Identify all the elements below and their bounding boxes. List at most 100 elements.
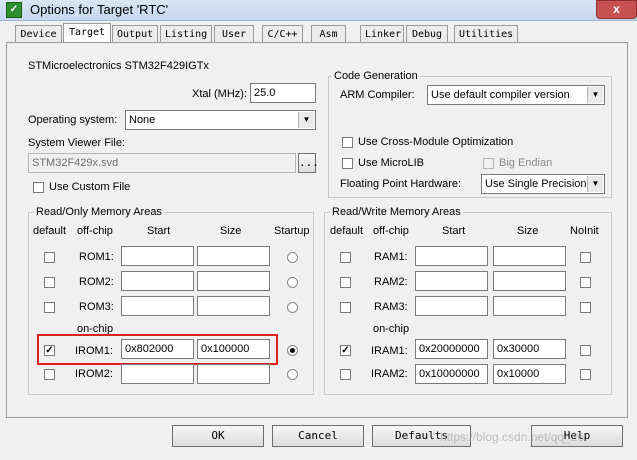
rom-header-startup: Startup	[274, 225, 310, 237]
app-icon: ✓	[6, 2, 22, 18]
irom2-startup-radio[interactable]	[287, 369, 298, 380]
ram-onchip-label: on-chip	[373, 323, 410, 335]
os-label: Operating system:	[28, 114, 118, 126]
iram2-size-input[interactable]: 0x10000	[493, 364, 566, 384]
rom3-startup-radio[interactable]	[287, 302, 298, 313]
iram1-size-input[interactable]: 0x30000	[493, 339, 566, 359]
irom2-start-input[interactable]	[121, 364, 194, 384]
code-generation-title: Code Generation	[332, 70, 420, 82]
rom-header-offchip: off-chip	[77, 225, 113, 237]
ram3-default-checkbox[interactable]	[340, 302, 351, 313]
svd-label: System Viewer File:	[28, 137, 125, 149]
ram3-size-input[interactable]	[493, 296, 566, 316]
iram1-label: IRAM1:	[371, 345, 408, 357]
window-title: Options for Target 'RTC'	[30, 2, 169, 17]
tab-user[interactable]: User	[214, 25, 254, 42]
iram1-default-checkbox[interactable]: ✓	[340, 345, 351, 356]
rom3-size-input[interactable]	[197, 296, 270, 316]
rom3-default-checkbox[interactable]	[44, 302, 55, 313]
ram3-noinit-checkbox[interactable]	[580, 302, 591, 313]
chevron-down-icon: ▼	[298, 112, 314, 128]
arm-compiler-label: ARM Compiler:	[340, 89, 415, 101]
ram2-label: RAM2:	[374, 276, 408, 288]
ram-header-start: Start	[442, 225, 466, 237]
ram2-default-checkbox[interactable]	[340, 277, 351, 288]
ram2-start-input[interactable]	[415, 271, 488, 291]
rom1-start-input[interactable]	[121, 246, 194, 266]
irom2-default-checkbox[interactable]	[44, 369, 55, 380]
tab-listing[interactable]: Listing	[160, 25, 212, 42]
os-value: None	[129, 114, 156, 126]
iram1-start-input[interactable]: 0x20000000	[415, 339, 488, 359]
rom-group-title: Read/Only Memory Areas	[34, 206, 164, 218]
irom2-size-input[interactable]	[197, 364, 270, 384]
fp-hardware-value: Use Single Precision	[485, 178, 587, 190]
rom3-label: ROM3:	[79, 301, 114, 313]
rom2-start-input[interactable]	[121, 271, 194, 291]
iram2-start-input[interactable]: 0x10000000	[415, 364, 488, 384]
rom1-size-input[interactable]	[197, 246, 270, 266]
iram2-noinit-checkbox[interactable]	[580, 369, 591, 380]
rom1-label: ROM1:	[79, 251, 114, 263]
rom2-startup-radio[interactable]	[287, 277, 298, 288]
tab-linker[interactable]: Linker	[360, 25, 404, 42]
tab-c-cpp[interactable]: C/C++	[262, 25, 303, 42]
fp-hardware-label: Floating Point Hardware:	[340, 178, 462, 190]
ram1-noinit-checkbox[interactable]	[580, 252, 591, 263]
os-select[interactable]: None ▼	[125, 110, 316, 130]
ram2-size-input[interactable]	[493, 271, 566, 291]
custom-file-checkbox[interactable]	[33, 182, 44, 193]
microlib-checkbox[interactable]	[342, 158, 353, 169]
ram-group-title: Read/Write Memory Areas	[330, 206, 463, 218]
big-endian-checkbox[interactable]	[483, 158, 494, 169]
xtal-input[interactable]: 25.0	[250, 83, 316, 103]
rom2-default-checkbox[interactable]	[44, 277, 55, 288]
arm-compiler-value: Use default compiler version	[431, 89, 570, 101]
tab-asm[interactable]: Asm	[311, 25, 346, 42]
ram-header-size: Size	[517, 225, 539, 237]
tab-target[interactable]: Target	[63, 23, 111, 43]
chevron-down-icon: ▼	[587, 87, 603, 103]
svd-input[interactable]: STM32F429x.svd	[28, 153, 296, 173]
ram3-start-input[interactable]	[415, 296, 488, 316]
irom1-startup-radio[interactable]	[287, 345, 298, 356]
rom-header-default: default	[33, 225, 67, 237]
ram-header-default: default	[330, 225, 364, 237]
irom1-start-input[interactable]: 0x802000	[121, 339, 194, 359]
tab-device[interactable]: Device	[15, 25, 62, 42]
iram1-noinit-checkbox[interactable]	[580, 345, 591, 356]
cancel-button[interactable]: Cancel	[272, 425, 364, 447]
tab-debug[interactable]: Debug	[406, 25, 448, 42]
rom1-default-checkbox[interactable]	[44, 252, 55, 263]
xtal-label: Xtal (MHz):	[192, 88, 247, 100]
irom1-label: IROM1:	[75, 345, 113, 357]
device-name: STMicroelectronics STM32F429IGTx	[28, 60, 209, 72]
rom2-size-input[interactable]	[197, 271, 270, 291]
ram-header-offchip: off-chip	[373, 225, 409, 237]
rom3-start-input[interactable]	[121, 296, 194, 316]
arm-compiler-select[interactable]: Use default compiler version ▼	[427, 85, 605, 105]
custom-file-label: Use Custom File	[49, 181, 131, 193]
fp-hardware-select[interactable]: Use Single Precision ▼	[481, 174, 605, 194]
irom1-size-input[interactable]: 0x100000	[197, 339, 270, 359]
ram1-size-input[interactable]	[493, 246, 566, 266]
ram3-label: RAM3:	[374, 301, 408, 313]
ok-button[interactable]: OK	[172, 425, 264, 447]
rom-header-start: Start	[147, 225, 171, 237]
irom1-default-checkbox[interactable]: ✓	[44, 345, 55, 356]
tab-utilities[interactable]: Utilities	[454, 25, 518, 42]
ram-header-noinit: NoInit	[570, 225, 599, 237]
irom2-label: IROM2:	[75, 368, 113, 380]
iram2-default-checkbox[interactable]	[340, 369, 351, 380]
watermark-text: https://blog.csdn.net/qq_26	[440, 430, 585, 444]
svd-browse-button[interactable]: ...	[298, 153, 319, 173]
ram1-label: RAM1:	[374, 251, 408, 263]
iram2-label: IRAM2:	[371, 368, 408, 380]
ram2-noinit-checkbox[interactable]	[580, 277, 591, 288]
ram1-start-input[interactable]	[415, 246, 488, 266]
ram1-default-checkbox[interactable]	[340, 252, 351, 263]
close-button[interactable]: x	[596, 0, 637, 19]
cross-module-checkbox[interactable]	[342, 137, 353, 148]
tab-output[interactable]: Output	[112, 25, 158, 42]
rom1-startup-radio[interactable]	[287, 252, 298, 263]
